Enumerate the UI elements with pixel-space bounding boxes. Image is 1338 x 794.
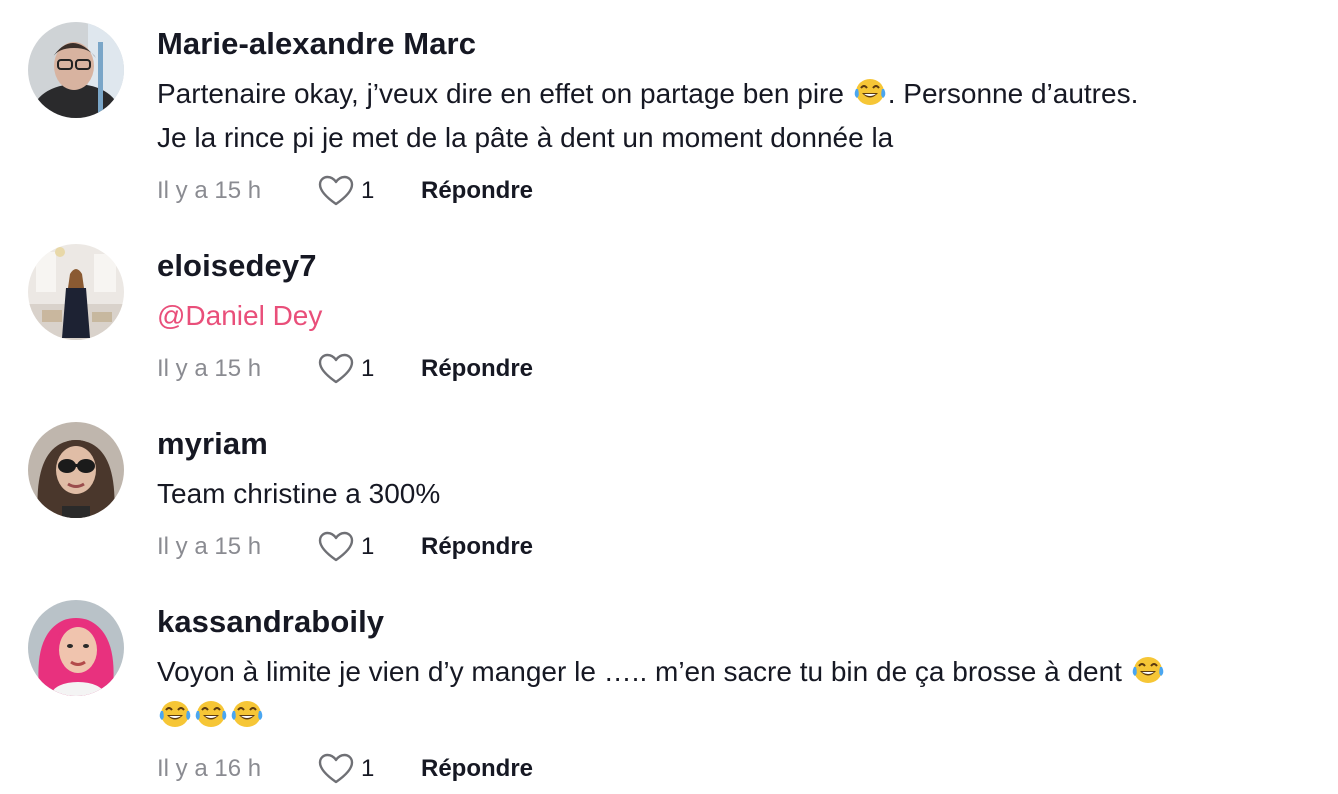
comment-text: Partenaire okay, j’veux dire en effet on… [157,72,1307,160]
reply-button[interactable]: Répondre [421,755,533,783]
comment-timestamp: Il y a 15 h [157,355,262,382]
face-with-tears-of-joy-icon [853,77,887,107]
comment-text-part: Voyon à limite je vien d’y manger le …..… [157,656,1130,687]
comment-username[interactable]: kassandraboily [157,604,384,640]
comment-username[interactable]: eloisedey7 [157,248,317,284]
user-mention-link[interactable]: @Daniel Dey [157,300,322,331]
heart-outline-icon [317,530,355,564]
face-with-tears-of-joy-icon [194,699,228,729]
comment-username[interactable]: myriam [157,426,268,462]
avatar[interactable] [28,244,124,340]
comment-timestamp: Il y a 16 h [157,755,262,782]
face-with-tears-of-joy-icon [230,699,264,729]
reply-button[interactable]: Répondre [421,177,533,205]
avatar[interactable] [28,22,124,118]
like-count: 1 [361,755,375,782]
like-button[interactable]: 1 [317,530,421,564]
comment-timestamp: Il y a 15 h [157,177,262,204]
comment-text: Team christine a 300% [157,472,1307,516]
comment-text-part: Team christine a 300% [157,478,441,509]
comment-timestamp: Il y a 15 h [157,533,262,560]
comment-meta: Il y a 15 h 1 Répondre [157,529,533,565]
comment-text-line: Je la rince pi je met de la pâte à dent … [157,122,894,153]
like-count: 1 [361,355,375,382]
reply-button[interactable]: Répondre [421,355,533,383]
comment-text-part: Partenaire okay, j’veux dire en effet on… [157,78,852,109]
like-button[interactable]: 1 [317,174,421,208]
comment-meta: Il y a 15 h 1 Répondre [157,173,533,209]
heart-outline-icon [317,352,355,386]
like-count: 1 [361,533,375,560]
like-button[interactable]: 1 [317,752,421,786]
face-with-tears-of-joy-icon [1131,655,1165,685]
heart-outline-icon [317,752,355,786]
comment-username[interactable]: Marie-alexandre Marc [157,26,476,62]
heart-outline-icon [317,174,355,208]
avatar[interactable] [28,422,124,518]
comment-text: Voyon à limite je vien d’y manger le …..… [157,650,1307,738]
avatar[interactable] [28,600,124,696]
reply-button[interactable]: Répondre [421,533,533,561]
face-with-tears-of-joy-icon [158,699,192,729]
comment-meta: Il y a 15 h 1 Répondre [157,351,533,387]
comment-meta: Il y a 16 h 1 Répondre [157,751,533,787]
comment-text-part: . Personne d’autres. [887,78,1139,109]
like-count: 1 [361,177,375,204]
comment-text: @Daniel Dey [157,294,1307,338]
like-button[interactable]: 1 [317,352,421,386]
